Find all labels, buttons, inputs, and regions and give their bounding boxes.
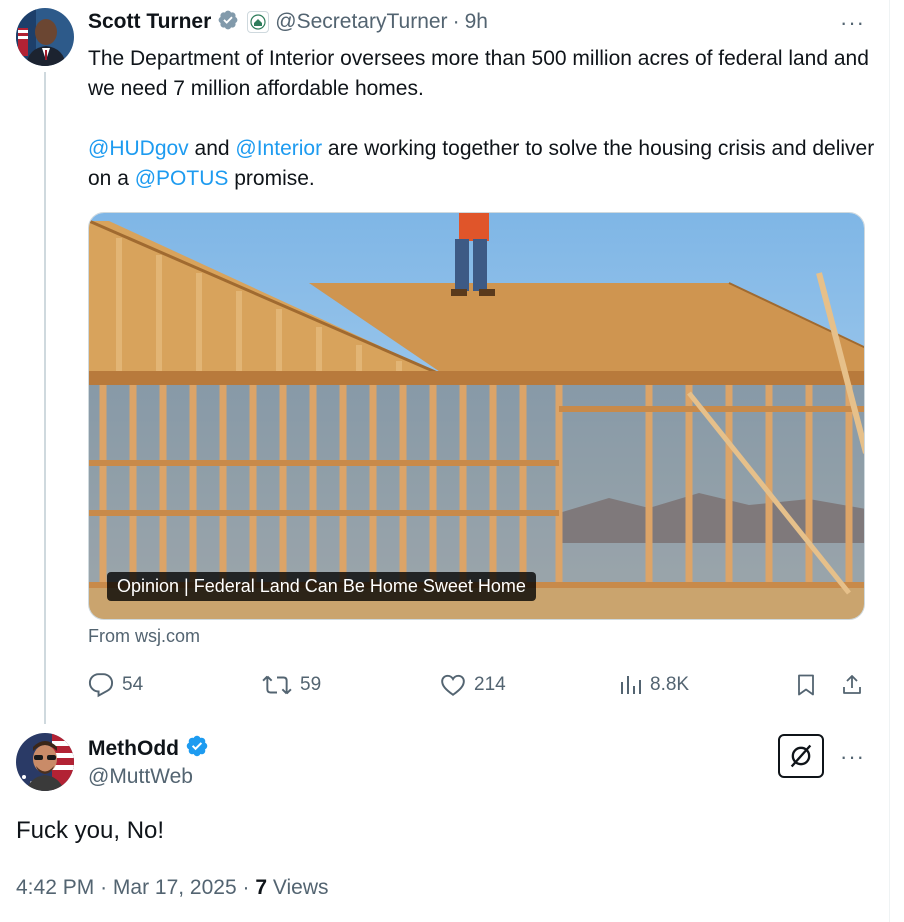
reply-author-handle[interactable]: @MuttWeb: [88, 765, 193, 789]
reply-author-name[interactable]: MethOdd: [88, 737, 179, 761]
repost-count: 59: [300, 674, 322, 695]
reply-views-label: Views: [267, 876, 329, 899]
reply-date[interactable]: Mar 17, 2025: [113, 876, 237, 899]
more-icon[interactable]: ···: [840, 12, 865, 34]
mention-potus[interactable]: @POTUS: [135, 167, 229, 190]
tweet-text-segment: and: [188, 137, 236, 160]
reply-more-icon[interactable]: ···: [840, 746, 865, 768]
thread-connector: [44, 72, 46, 724]
separator-dot: ·: [242, 876, 250, 899]
share-button[interactable]: [840, 670, 872, 700]
avatar-methodd[interactable]: [16, 733, 74, 791]
like-icon: [441, 674, 465, 696]
separator-dot: ·: [100, 876, 108, 899]
reply-views-count[interactable]: 7: [255, 876, 267, 899]
reply-count: 54: [122, 674, 144, 695]
card-caption[interactable]: Opinion | Federal Land Can Be Home Sweet…: [107, 572, 536, 601]
bookmark-button[interactable]: [794, 670, 826, 700]
org-badge-icon[interactable]: [247, 11, 270, 33]
verified-check-icon[interactable]: [185, 734, 209, 763]
tweet-paragraph-1: The Department of Interior oversees more…: [88, 47, 869, 100]
avatar-scott-turner[interactable]: [16, 8, 74, 66]
repost-icon: [262, 675, 292, 695]
timestamp[interactable]: 9h: [465, 10, 488, 34]
like-button[interactable]: 214: [440, 670, 506, 700]
author-handle[interactable]: @SecretaryTurner: [275, 10, 447, 34]
mention-hudgov[interactable]: @HUDgov: [88, 137, 189, 160]
bookmark-icon: [798, 674, 814, 696]
share-icon: [843, 675, 861, 694]
grok-icon: [790, 744, 812, 768]
reply-header: MethOdd: [88, 734, 209, 763]
column-border: [889, 0, 890, 922]
verified-badge-icon[interactable]: [217, 9, 239, 36]
tweet-paragraph-2: @HUDgov and @Interior are working togeth…: [88, 134, 878, 194]
link-card[interactable]: Opinion | Federal Land Can Be Home Sweet…: [88, 212, 865, 620]
reply-button[interactable]: 54: [88, 670, 143, 700]
repost-button[interactable]: 59: [262, 670, 321, 700]
tweet-text: The Department of Interior oversees more…: [88, 44, 878, 194]
separator-dot: ·: [452, 10, 460, 33]
reply-icon: [88, 673, 114, 698]
views-button[interactable]: 8.8K: [618, 670, 689, 700]
views-count: 8.8K: [650, 674, 690, 695]
card-image: [89, 213, 864, 619]
grok-button[interactable]: [778, 734, 824, 778]
card-source[interactable]: From wsj.com: [88, 626, 200, 647]
reply-time[interactable]: 4:42 PM: [16, 876, 94, 899]
like-count: 214: [474, 674, 506, 695]
views-icon: [621, 676, 641, 694]
mention-interior[interactable]: @Interior: [235, 137, 322, 160]
tweet-header: Scott Turner @SecretaryTurner · 9h: [88, 8, 488, 36]
reply-text: Fuck you, No!: [16, 817, 165, 844]
reply-meta: 4:42 PM · Mar 17, 2025 · 7 Views: [16, 876, 329, 900]
tweet-text-segment: promise.: [228, 167, 315, 190]
author-name[interactable]: Scott Turner: [88, 10, 211, 34]
